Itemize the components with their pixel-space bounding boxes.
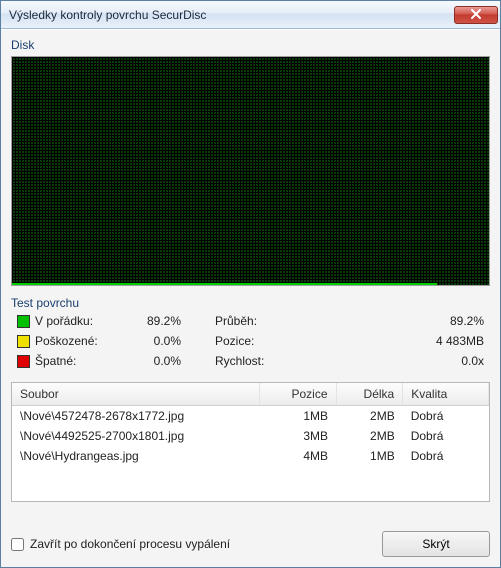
table-row[interactable]: \Nové\Hydrangeas.jpg 4MB 1MB Dobrá xyxy=(12,446,489,466)
swatch-bad-icon xyxy=(17,355,30,368)
progress-label: Průběh: xyxy=(215,314,295,328)
cell-file: \Nové\4492525-2700x1801.jpg xyxy=(12,426,260,446)
cell-qual: Dobrá xyxy=(403,406,489,427)
surface-grid xyxy=(12,57,489,285)
col-len[interactable]: Délka xyxy=(336,383,403,406)
cell-len: 1MB xyxy=(336,446,403,466)
dialog-window: Výsledky kontroly povrchu SecurDisc Disk… xyxy=(0,0,501,568)
cell-pos: 1MB xyxy=(260,406,336,427)
cell-qual: Dobrá xyxy=(403,446,489,466)
cell-pos: 3MB xyxy=(260,426,336,446)
ok-value: 89.2% xyxy=(125,314,185,328)
cell-pos: 4MB xyxy=(260,446,336,466)
close-button[interactable] xyxy=(454,6,498,24)
progress-value: 89.2% xyxy=(295,314,490,328)
footer: Zavřít po dokončení procesu vypálení Skr… xyxy=(11,521,490,557)
table-row[interactable]: \Nové\4572478-2678x1772.jpg 1MB 2MB Dobr… xyxy=(12,406,489,427)
swatch-damaged-icon xyxy=(17,335,30,348)
disk-label: Disk xyxy=(11,38,490,52)
file-table-container: Soubor Pozice Délka Kvalita \Nové\457247… xyxy=(11,382,490,502)
cell-len: 2MB xyxy=(336,406,403,427)
surface-progress-line xyxy=(12,283,437,285)
damaged-value: 0.0% xyxy=(125,334,185,348)
table-header-row[interactable]: Soubor Pozice Délka Kvalita xyxy=(12,383,489,406)
window-title: Výsledky kontroly povrchu SecurDisc xyxy=(9,8,454,22)
cell-qual: Dobrá xyxy=(403,426,489,446)
disk-surface-map xyxy=(11,56,490,286)
cell-len: 2MB xyxy=(336,426,403,446)
speed-label: Rychlost: xyxy=(215,354,295,368)
bad-value: 0.0% xyxy=(125,354,185,368)
cell-file: \Nové\Hydrangeas.jpg xyxy=(12,446,260,466)
speed-value: 0.0x xyxy=(295,354,490,368)
table-row[interactable]: \Nové\4492525-2700x1801.jpg 3MB 2MB Dobr… xyxy=(12,426,489,446)
col-file[interactable]: Soubor xyxy=(12,383,260,406)
close-icon xyxy=(471,8,481,22)
swatch-ok-icon xyxy=(17,315,30,328)
col-pos[interactable]: Pozice xyxy=(260,383,336,406)
position-label: Pozice: xyxy=(215,334,295,348)
bad-label: Špatné: xyxy=(35,354,125,368)
dialog-body: Disk Test povrchu V pořádku: 89.2% Průbě… xyxy=(1,29,500,567)
hide-button[interactable]: Skrýt xyxy=(382,531,490,557)
surface-test-section: Test povrchu V pořádku: 89.2% Průběh: 89… xyxy=(11,294,490,368)
damaged-label: Poškozené: xyxy=(35,334,125,348)
position-value: 4 483MB xyxy=(295,334,490,348)
ok-label: V pořádku: xyxy=(35,314,125,328)
surface-test-title: Test povrchu xyxy=(11,296,490,310)
close-after-burn-label: Zavřít po dokončení procesu vypálení xyxy=(30,537,230,551)
titlebar[interactable]: Výsledky kontroly povrchu SecurDisc xyxy=(1,1,500,29)
col-qual[interactable]: Kvalita xyxy=(403,383,489,406)
close-after-burn-checkbox[interactable]: Zavřít po dokončení procesu vypálení xyxy=(11,537,230,551)
close-after-burn-input[interactable] xyxy=(11,538,24,551)
file-table: Soubor Pozice Délka Kvalita \Nové\457247… xyxy=(12,383,489,466)
cell-file: \Nové\4572478-2678x1772.jpg xyxy=(12,406,260,427)
